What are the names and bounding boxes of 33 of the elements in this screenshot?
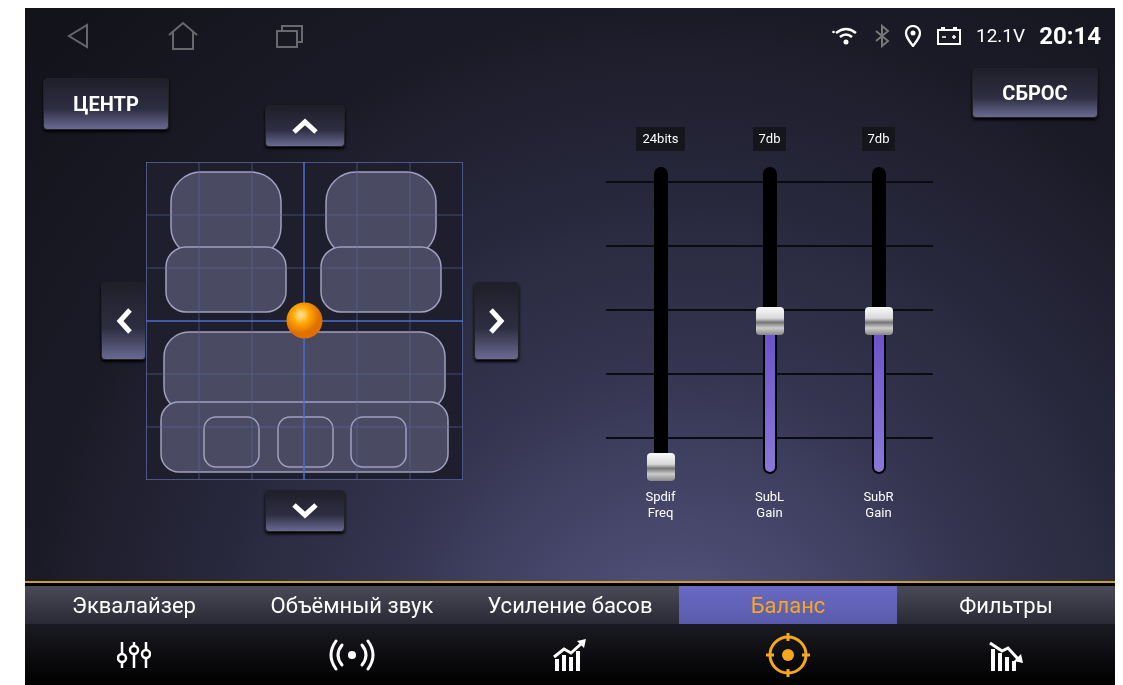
slider-value: 7db (861, 127, 896, 151)
chevron-down-icon (291, 503, 318, 519)
chevron-right-icon (488, 308, 505, 334)
home-icon[interactable] (166, 20, 200, 51)
voltage-text: 12.1V (976, 24, 1026, 47)
back-icon[interactable] (65, 22, 91, 49)
slider-thumb[interactable] (646, 453, 675, 481)
seats-drawing[interactable] (146, 162, 463, 480)
location-icon (904, 24, 922, 47)
recent-apps-icon[interactable] (275, 22, 305, 49)
slider-label: Spdif Freq (645, 489, 676, 521)
chevron-left-icon (115, 308, 132, 334)
up-button[interactable] (264, 105, 345, 147)
balance-point-icon[interactable] (286, 302, 323, 339)
right-button[interactable] (474, 282, 519, 360)
chevron-up-icon (291, 118, 318, 134)
slider-label: SubL Gain (754, 489, 785, 521)
slider-thumb[interactable] (864, 306, 893, 335)
slider-label: SubR Gain (863, 489, 894, 521)
slider-value: 7db (752, 127, 787, 151)
reset-button[interactable]: СБРОС (972, 68, 1098, 118)
slider-value: 24bits (636, 127, 685, 151)
slider-thumb[interactable] (755, 306, 784, 335)
target-icon (766, 632, 810, 677)
bluetooth-icon (874, 23, 890, 48)
equalizer-icon (117, 639, 151, 670)
left-button[interactable] (101, 282, 146, 360)
down-button[interactable] (264, 490, 345, 532)
broadcast-icon (328, 638, 376, 671)
center-button[interactable]: ЦЕНТР (43, 78, 169, 130)
battery-icon (936, 25, 962, 46)
clock-time: 20:14 (1039, 21, 1101, 50)
rising-chart-icon (552, 638, 588, 671)
